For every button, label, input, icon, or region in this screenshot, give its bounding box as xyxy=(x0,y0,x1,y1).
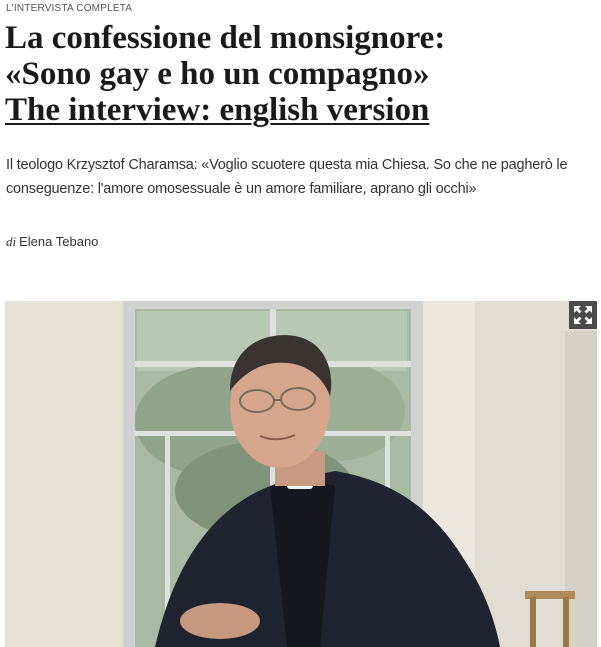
kicker: L'INTERVISTA COMPLETA xyxy=(6,3,133,14)
author-link[interactable]: Elena Tebano xyxy=(19,234,98,249)
article-summary: Il teologo Krzysztof Charamsa: «Voglio s… xyxy=(6,157,568,197)
photo-illustration xyxy=(5,301,597,647)
headline-line-1: La confessione del monsignore: xyxy=(5,20,446,56)
expand-icon xyxy=(574,306,592,324)
headline: La confessione del monsignore: «Sono gay… xyxy=(5,20,595,128)
headline-line-2: «Sono gay e ho un compagno» xyxy=(5,56,430,92)
byline-prefix: di xyxy=(6,234,17,249)
english-version-link[interactable]: The interview: english version xyxy=(5,92,595,128)
article-photo[interactable] xyxy=(5,301,597,647)
byline: di Elena Tebano xyxy=(6,234,98,250)
expand-photo-button[interactable] xyxy=(569,301,597,329)
